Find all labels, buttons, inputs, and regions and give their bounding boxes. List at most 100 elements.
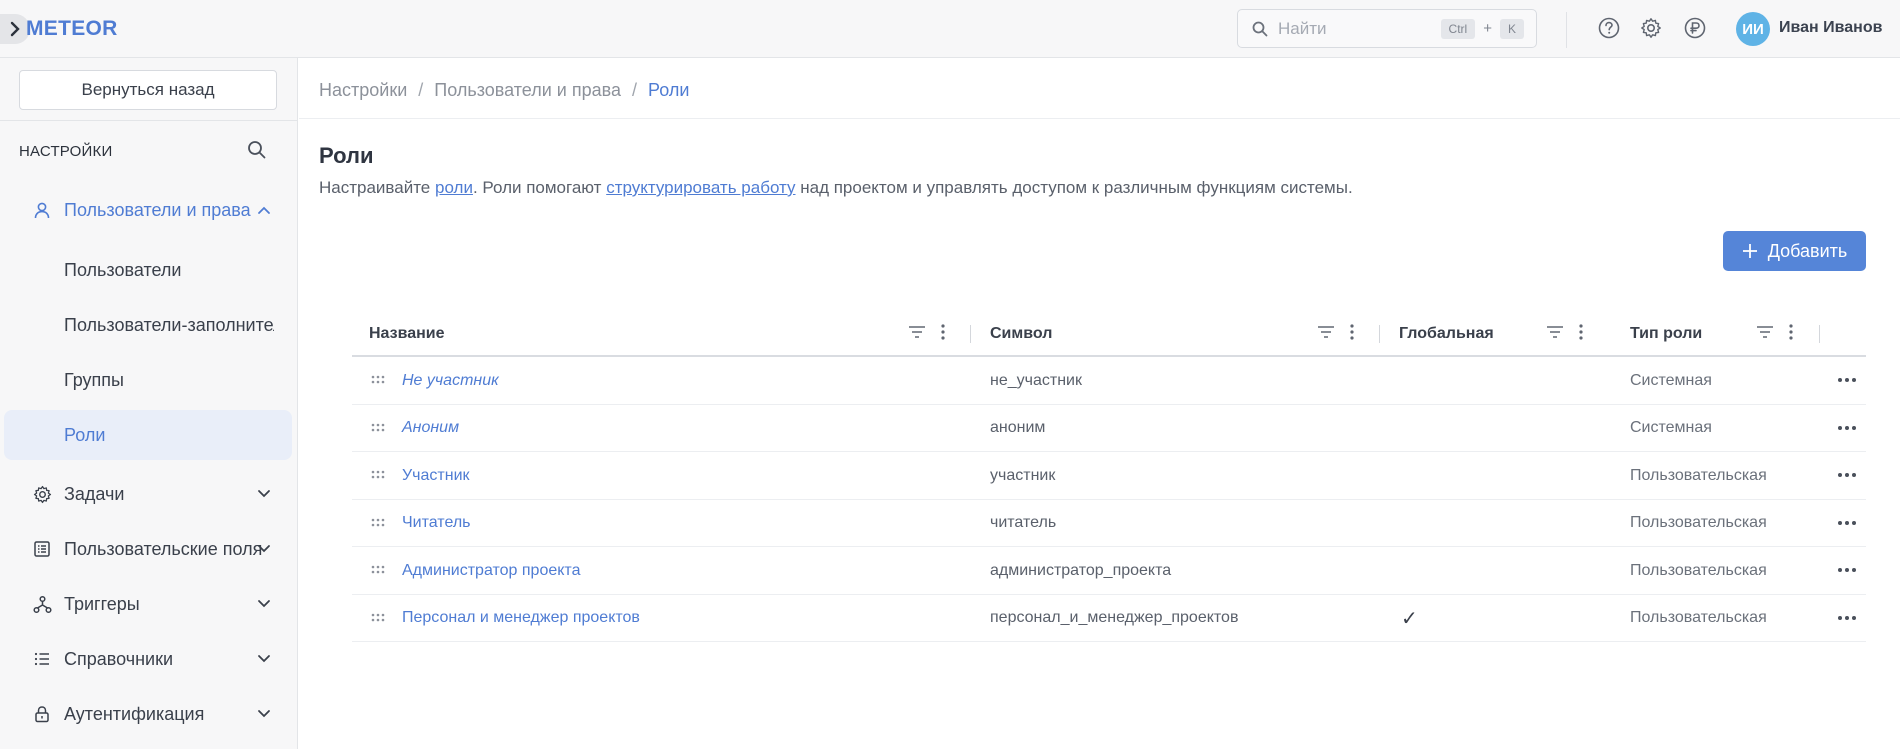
column-tools-global [1546, 323, 1584, 341]
filter-icon[interactable] [1317, 324, 1335, 340]
chevron-down-icon [256, 706, 272, 722]
role-type: Системная [1630, 371, 1712, 389]
add-role-button[interactable]: Добавить [1723, 231, 1866, 271]
breadcrumb-item-users-and-rights[interactable]: Пользователи и права [434, 80, 621, 101]
breadcrumb-item-settings[interactable]: Настройки [319, 80, 407, 101]
role-name-link[interactable]: Читатель [402, 500, 470, 547]
column-divider[interactable] [970, 325, 971, 343]
drag-handle-icon[interactable] [371, 611, 385, 625]
structure-work-link[interactable]: структурировать работу [606, 178, 795, 197]
sidebar-subitem-label: Группы [64, 369, 124, 390]
triggers-icon [31, 593, 53, 615]
sidebar-search-button[interactable] [247, 140, 269, 162]
sidebar-subitem-roles[interactable]: Роли [4, 410, 292, 460]
role-name-link[interactable]: Аноним [402, 405, 459, 452]
back-button[interactable]: Вернуться назад [19, 70, 277, 110]
sidebar-item-triggers[interactable]: Триггеры [0, 584, 298, 624]
chevron-right-icon [10, 21, 20, 37]
sidebar-subitem-groups[interactable]: Группы [0, 360, 298, 400]
roles-link[interactable]: роли [435, 178, 473, 197]
chevron-down-icon [256, 541, 272, 557]
column-menu-icon[interactable] [1349, 323, 1355, 341]
role-global-mark: ✓ [1401, 607, 1418, 630]
sidebar-item-label: Пользовательские поля [64, 538, 263, 559]
desc-text: Настраивайте [319, 178, 435, 197]
column-divider[interactable] [1819, 325, 1820, 343]
filter-icon[interactable] [1546, 324, 1564, 340]
ruble-icon [1684, 17, 1706, 39]
sidebar-subitem-placeholder-users[interactable]: Пользователи-заполнители [0, 305, 298, 345]
shortcut-k-key: K [1499, 18, 1524, 39]
breadcrumb-separator: / [418, 80, 424, 100]
billing-button[interactable] [1683, 16, 1707, 40]
row-more-icon[interactable] [1837, 517, 1857, 529]
sidebar-item-label: Задачи [64, 483, 125, 504]
user-icon [31, 199, 53, 221]
sidebar-subitem-users[interactable]: Пользователи [0, 250, 298, 290]
sidebar-item-dictionaries[interactable]: Справочники [0, 639, 298, 679]
column-header-label: Тип роли [1630, 325, 1703, 342]
column-header-global[interactable]: Глобальная [1399, 311, 1494, 357]
role-name-link[interactable]: Участник [402, 452, 470, 499]
column-header-symbol[interactable]: Символ [990, 311, 1052, 357]
role-name-link[interactable]: Персонал и менеджер проектов [402, 595, 640, 642]
row-more-icon[interactable] [1837, 469, 1857, 481]
search-icon [248, 141, 266, 159]
table-row[interactable]: Аноним аноним Системная [352, 405, 1866, 452]
table-row[interactable]: Персонал и менеджер проектов персонал_и_… [352, 595, 1866, 642]
user-name[interactable]: Иван Иванов [1779, 19, 1882, 37]
table-row[interactable]: Администратор проекта администратор_прое… [352, 547, 1866, 595]
role-symbol: участник [990, 466, 1056, 484]
chevron-down-icon [256, 486, 272, 502]
drag-handle-icon[interactable] [371, 373, 385, 387]
table-row[interactable]: Участник участник Пользовательская [352, 452, 1866, 500]
sidebar-subitem-label: Роли [64, 424, 106, 445]
column-menu-icon[interactable] [1788, 323, 1794, 341]
row-more-icon[interactable] [1837, 612, 1857, 624]
drag-handle-icon[interactable] [371, 516, 385, 530]
shortcut-ctrl-key: Ctrl [1440, 18, 1476, 39]
top-bar: METEOR Найти Ctrl + K ИИ Иван Иванов [0, 0, 1900, 58]
chevron-up-icon [256, 202, 272, 218]
filter-icon[interactable] [908, 324, 926, 340]
column-menu-icon[interactable] [940, 323, 946, 341]
drag-handle-icon[interactable] [371, 421, 385, 435]
page-description: Настраивайте роли. Роли помогают структу… [319, 178, 1353, 198]
global-search-input[interactable]: Найти Ctrl + K [1237, 9, 1537, 48]
roles-table: Название Символ Глобальная Тип роли Не у… [352, 311, 1866, 642]
drag-handle-icon[interactable] [371, 468, 385, 482]
gear-icon [31, 483, 53, 505]
column-divider[interactable] [1379, 325, 1380, 343]
chevron-down-icon [256, 651, 272, 667]
user-avatar[interactable]: ИИ [1736, 12, 1770, 46]
column-tools-name [908, 323, 946, 341]
role-name-link[interactable]: Администратор проекта [402, 547, 580, 594]
settings-button[interactable] [1639, 16, 1663, 40]
role-name-link[interactable]: Не участник [402, 357, 499, 404]
column-header-label: Название [369, 325, 445, 342]
header-divider [299, 118, 1900, 119]
page-title: Роли [319, 143, 374, 168]
sidebar-item-label: Триггеры [64, 593, 140, 614]
sidebar-subitem-label: Пользователи [64, 259, 182, 280]
column-menu-icon[interactable] [1578, 323, 1584, 341]
drag-handle-icon[interactable] [371, 563, 385, 577]
row-more-icon[interactable] [1837, 564, 1857, 576]
column-header-role-type[interactable]: Тип роли [1630, 311, 1702, 357]
app-logo[interactable]: METEOR [26, 17, 118, 41]
table-row[interactable]: Не участник не_участник Системная [352, 357, 1866, 405]
column-header-name[interactable]: Название [369, 311, 445, 357]
sidebar-item-tasks[interactable]: Задачи [0, 474, 298, 514]
gear-icon [1641, 18, 1661, 38]
list-box-icon [31, 538, 53, 560]
table-row[interactable]: Читатель читатель Пользовательская [352, 500, 1866, 547]
row-more-icon[interactable] [1837, 374, 1857, 386]
row-more-icon[interactable] [1837, 422, 1857, 434]
help-button[interactable] [1597, 16, 1621, 40]
sidebar-item-users-and-rights[interactable]: Пользователи и права [0, 190, 298, 230]
sidebar-item-custom-fields[interactable]: Пользовательские поля [0, 529, 298, 569]
role-symbol: аноним [990, 419, 1046, 436]
filter-icon[interactable] [1756, 324, 1774, 340]
sidebar-item-authentication[interactable]: Аутентификация [0, 694, 298, 734]
help-icon [1598, 17, 1620, 39]
